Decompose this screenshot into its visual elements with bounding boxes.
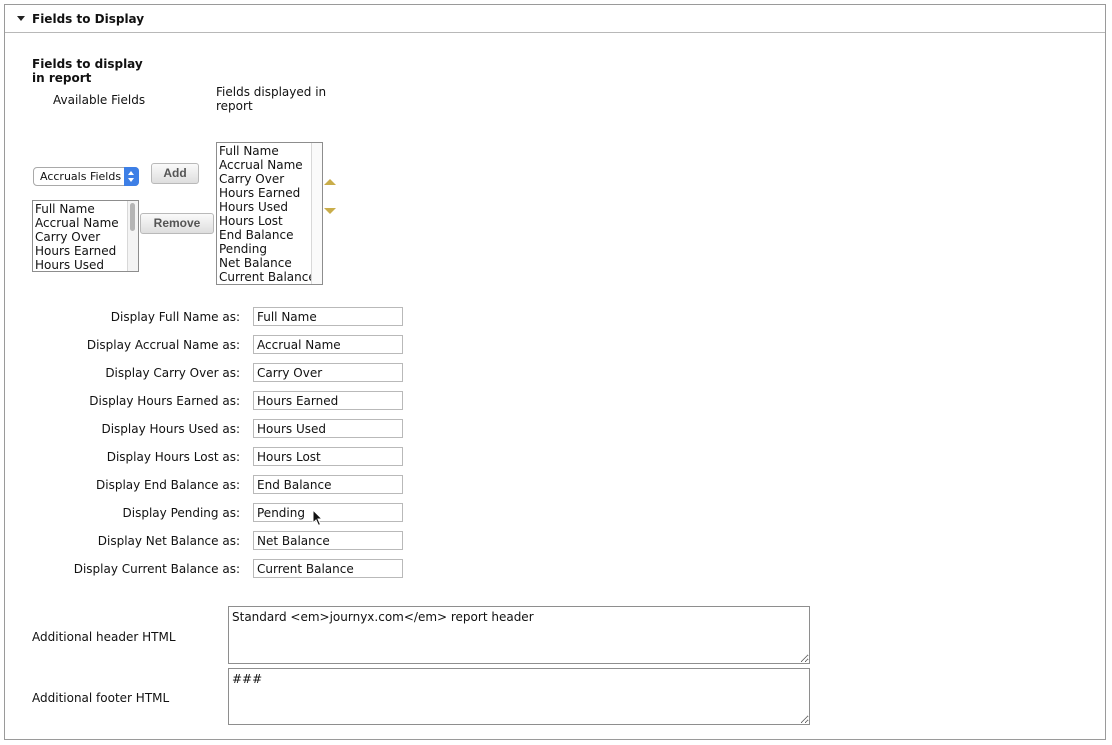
display-as-input[interactable] (253, 503, 403, 522)
mouse-pointer-icon (312, 509, 324, 527)
available-field-item[interactable]: Accrual Name (33, 216, 138, 230)
available-field-item[interactable]: Carry Over (33, 230, 138, 244)
display-as-label: Display Full Name as: (110, 310, 240, 324)
displayed-field-item[interactable]: Accrual Name (217, 158, 322, 172)
displayed-fields-scrollbar[interactable] (311, 143, 322, 284)
section-header[interactable]: Fields to Display (5, 5, 1105, 33)
display-as-label: Display End Balance as: (96, 478, 240, 492)
displayed-field-item[interactable]: Carry Over (217, 172, 322, 186)
header-html-label: Additional header HTML (32, 630, 176, 644)
display-as-input[interactable] (253, 391, 403, 410)
displayed-field-item[interactable]: Pending (217, 242, 322, 256)
displayed-fields-label: Fields displayed in report (216, 85, 327, 113)
display-as-input[interactable] (253, 559, 403, 578)
displayed-field-item[interactable]: Hours Earned (217, 186, 322, 200)
display-as-input[interactable] (253, 419, 403, 438)
display-as-label: Display Hours Used as: (101, 422, 240, 436)
display-as-label: Display Hours Earned as: (89, 394, 240, 408)
footer-html-textarea[interactable]: ### (228, 668, 810, 725)
display-as-input[interactable] (253, 531, 403, 550)
arrow-down-icon[interactable] (324, 208, 336, 214)
display-as-label: Display Carry Over as: (105, 366, 240, 380)
available-fields-listbox[interactable]: Full Name Accrual Name Carry Over Hours Ear… (32, 200, 139, 272)
displayed-field-item[interactable]: End Balance (217, 228, 322, 242)
display-as-label: Display Pending as: (122, 506, 240, 520)
available-fields-label: Available Fields (53, 93, 146, 107)
remove-button[interactable]: Remove (140, 213, 214, 234)
displayed-field-item[interactable]: Current Balance (217, 270, 322, 284)
displayed-field-item[interactable]: Net Balance (217, 256, 322, 270)
select-arrows-icon[interactable] (124, 167, 139, 186)
footer-html-label: Additional footer HTML (32, 691, 170, 705)
display-as-label: Display Accrual Name as: (86, 338, 240, 352)
displayed-fields-listbox[interactable]: Full Name Accrual Name Carry Over Hours Ear… (216, 142, 323, 285)
available-field-item[interactable]: Full Name (33, 202, 138, 216)
available-fields-scrollbar[interactable] (127, 201, 138, 271)
display-as-label: Display Hours Lost as: (106, 450, 240, 464)
display-as-label: Display Net Balance as: (97, 534, 240, 548)
scrollbar-thumb[interactable] (130, 203, 135, 231)
display-as-input[interactable] (253, 363, 403, 382)
add-button[interactable]: Add (151, 163, 199, 184)
available-field-item[interactable]: Hours Used (33, 258, 138, 271)
displayed-field-item[interactable]: Full Name (217, 144, 322, 158)
field-group-select-value: Accruals Fields (40, 170, 122, 183)
field-group-select[interactable]: Accruals Fields (33, 167, 139, 186)
available-field-item[interactable]: Hours Earned (33, 244, 138, 258)
fields-heading: Fields to display in report (32, 57, 143, 85)
display-as-input[interactable] (253, 335, 403, 354)
display-as-input[interactable] (253, 475, 403, 494)
triangle-down-icon[interactable] (17, 16, 25, 21)
arrow-up-icon[interactable] (324, 179, 336, 185)
display-as-input[interactable] (253, 447, 403, 466)
displayed-field-item[interactable]: Hours Lost (217, 214, 322, 228)
displayed-field-item[interactable]: Hours Used (217, 200, 322, 214)
section-title: Fields to Display (32, 12, 145, 26)
display-as-label: Display Current Balance as: (73, 562, 240, 576)
display-as-input[interactable] (253, 307, 403, 326)
header-html-textarea[interactable]: Standard <em>journyx.com</em> report hea… (228, 606, 810, 664)
fields-to-display-panel: Fields to Display Fields to display in r… (4, 4, 1106, 740)
